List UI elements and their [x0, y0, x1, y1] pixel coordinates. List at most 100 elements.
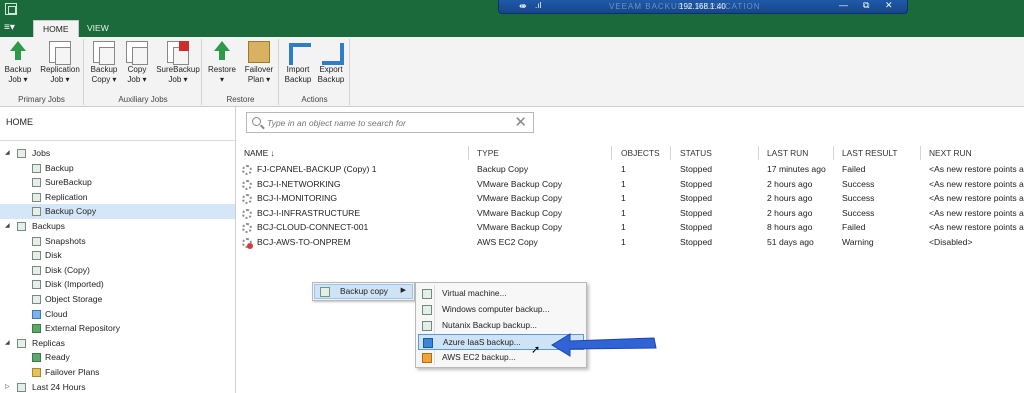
collapse-arrow-icon[interactable]: ◢ — [5, 336, 13, 350]
column-header-type[interactable]: TYPE — [477, 148, 499, 158]
tree-label: Ready — [45, 352, 70, 363]
expand-arrow-icon[interactable]: ▷ — [5, 380, 13, 393]
tree-node-disk-imported[interactable]: Disk (Imported) — [0, 277, 235, 292]
cell-name: BCJ-I-NETWORKING — [257, 178, 341, 189]
tree-node-last-24-hours[interactable]: ▷ Last 24 Hours — [0, 380, 235, 393]
pane-splitter[interactable] — [235, 107, 236, 393]
cell-last-run: 8 hours ago — [767, 222, 813, 233]
table-row[interactable]: BCJ-I-INFRASTRUCTURE VMware Backup Copy … — [242, 206, 1024, 221]
restore-sub: ▾ — [219, 75, 224, 84]
ribbon-group-auxiliary-jobs: Backup Copy ▾ Copy Job ▾ SureBackup Job … — [85, 39, 202, 105]
ribbon-group-restore: Restore ▾ Failover Plan ▾ Restore — [203, 39, 279, 105]
table-row[interactable]: BCJ-I-NETWORKING VMware Backup Copy 1 St… — [242, 177, 1024, 192]
table-row[interactable]: BCJ-CLOUD-CONNECT-001 VMware Backup Copy… — [242, 220, 1024, 235]
tree-node-backup[interactable]: Backup — [0, 161, 235, 176]
group-title-primary-jobs: Primary Jobs — [18, 95, 65, 104]
cell-next-run: <As new restore points a — [929, 193, 1024, 204]
menu-item-backup-copy[interactable]: Backup copy ▶ — [314, 284, 413, 299]
group-title-auxiliary-jobs: Auxiliary Jobs — [118, 95, 168, 104]
tree-node-backups[interactable]: ◢ Backups — [0, 219, 235, 234]
cell-status: Stopped — [680, 222, 713, 233]
tree-node-surebackup[interactable]: SureBackup — [0, 175, 235, 190]
column-header-last-result[interactable]: LAST RESULT — [842, 148, 898, 158]
copy-job-button[interactable]: Copy Job ▾ — [121, 41, 153, 85]
cell-objects: 1 — [621, 164, 626, 174]
import-backup-button[interactable]: Import Backup — [282, 41, 314, 85]
minimize-button[interactable]: — — [839, 0, 848, 10]
column-header-status[interactable]: STATUS — [680, 148, 712, 158]
replication-job-label: Replication — [40, 65, 80, 74]
restore-button[interactable]: ⧉ — [863, 0, 869, 11]
column-separator[interactable] — [670, 146, 671, 160]
surebackup-job-button[interactable]: SureBackup Job ▾ — [155, 41, 201, 85]
pin-icon[interactable]: ⇼ — [519, 1, 527, 12]
surebackup-job-icon — [167, 41, 189, 65]
export-backup-button[interactable]: Export Backup — [315, 41, 347, 85]
navigation-tree: ◢ Jobs Backup SureBackup Replication Bac… — [0, 146, 235, 393]
backups-icon — [17, 221, 26, 231]
tab-home[interactable]: HOME — [33, 20, 79, 37]
collapse-arrow-icon[interactable]: ◢ — [5, 219, 13, 233]
cell-name: BCJ-AWS-TO-ONPREM — [257, 237, 351, 247]
tree-node-backup-copy[interactable]: Backup Copy — [0, 204, 235, 219]
column-separator[interactable] — [833, 146, 834, 160]
cell-last-result: Warning — [842, 237, 874, 247]
backup-job-sub: Job ▾ — [8, 75, 28, 84]
cell-objects: 1 — [621, 237, 626, 247]
close-button[interactable]: ✕ — [885, 0, 893, 11]
failover-plan-button[interactable]: Failover Plan ▾ — [241, 41, 277, 85]
table-row[interactable]: BCJ-AWS-TO-ONPREM AWS EC2 Copy 1 Stopped… — [242, 235, 1024, 250]
table-row[interactable]: FJ-CPANEL-BACKUP (Copy) 1 Backup Copy 1 … — [242, 162, 1024, 177]
column-separator[interactable] — [758, 146, 759, 160]
tree-node-object-storage[interactable]: Object Storage — [0, 292, 235, 307]
main-menu-button[interactable]: ≡▾ — [4, 21, 26, 35]
column-separator[interactable] — [468, 146, 469, 160]
jobs-icon — [17, 149, 26, 158]
cell-next-run: <Disabled> — [929, 237, 973, 247]
menu-item-label: AWS EC2 backup... — [442, 352, 516, 362]
tree-node-cloud[interactable]: Cloud — [0, 307, 235, 322]
column-header-objects[interactable]: OBJECTS — [621, 148, 660, 158]
cell-last-result: Success — [842, 178, 875, 189]
job-gear-icon — [242, 194, 252, 205]
windows-computer-icon — [422, 305, 432, 315]
ribbon: Backup Job ▾ Replication Job ▾ Primary J… — [0, 37, 1024, 107]
search-input[interactable] — [267, 115, 507, 130]
menu-item-virtual-machine[interactable]: Virtual machine... — [418, 286, 584, 302]
tree-node-failover-plans[interactable]: Failover Plans — [0, 365, 235, 380]
table-row[interactable]: BCJ-I-MONITORING VMware Backup Copy 1 St… — [242, 191, 1024, 206]
column-separator[interactable] — [611, 146, 612, 160]
backup-copy-button[interactable]: Backup Copy ▾ — [88, 41, 120, 85]
cell-next-run: <As new restore points a — [929, 178, 1024, 189]
cell-objects: 1 — [621, 207, 626, 218]
column-header-next-run[interactable]: NEXT RUN — [929, 148, 972, 158]
tree-node-external-repository[interactable]: External Repository — [0, 321, 235, 336]
tree-node-snapshots[interactable]: Snapshots — [0, 234, 235, 249]
cell-type: VMware Backup Copy — [477, 193, 563, 204]
cell-last-result: Failed — [842, 222, 866, 233]
failover-plans-icon — [32, 367, 41, 377]
menu-item-windows-computer-backup[interactable]: Windows computer backup... — [418, 302, 584, 318]
tree-node-replication[interactable]: Replication — [0, 190, 235, 205]
column-header-name[interactable]: NAME ↓ — [244, 148, 275, 158]
tree-node-replicas[interactable]: ◢ Replicas — [0, 336, 235, 351]
tree-node-jobs[interactable]: ◢ Jobs — [0, 146, 235, 161]
cell-next-run: <As new restore points a — [929, 222, 1024, 233]
tree-node-disk[interactable]: Disk — [0, 248, 235, 263]
tab-view[interactable]: VIEW — [78, 20, 118, 37]
replication-job-button[interactable]: Replication Job ▾ — [38, 41, 82, 85]
cell-type: VMware Backup Copy — [477, 178, 563, 189]
tree-label: Backups — [32, 220, 65, 231]
restore-button[interactable]: Restore ▾ — [206, 41, 238, 85]
clear-search-icon[interactable]: ✕ — [514, 114, 527, 131]
tree-node-disk-copy[interactable]: Disk (Copy) — [0, 263, 235, 278]
job-gear-icon — [242, 208, 252, 219]
column-separator[interactable] — [920, 146, 921, 160]
tree-label: Disk — [45, 250, 62, 261]
collapse-arrow-icon[interactable]: ◢ — [5, 146, 13, 160]
tree-node-ready[interactable]: Ready — [0, 350, 235, 365]
backup-job-button[interactable]: Backup Job ▾ — [2, 41, 34, 85]
column-header-last-run[interactable]: LAST RUN — [767, 148, 808, 158]
menu-item-label: Nutanix Backup backup... — [442, 320, 537, 330]
ribbon-tab-row: ≡▾ HOME VIEW — [0, 18, 1024, 37]
